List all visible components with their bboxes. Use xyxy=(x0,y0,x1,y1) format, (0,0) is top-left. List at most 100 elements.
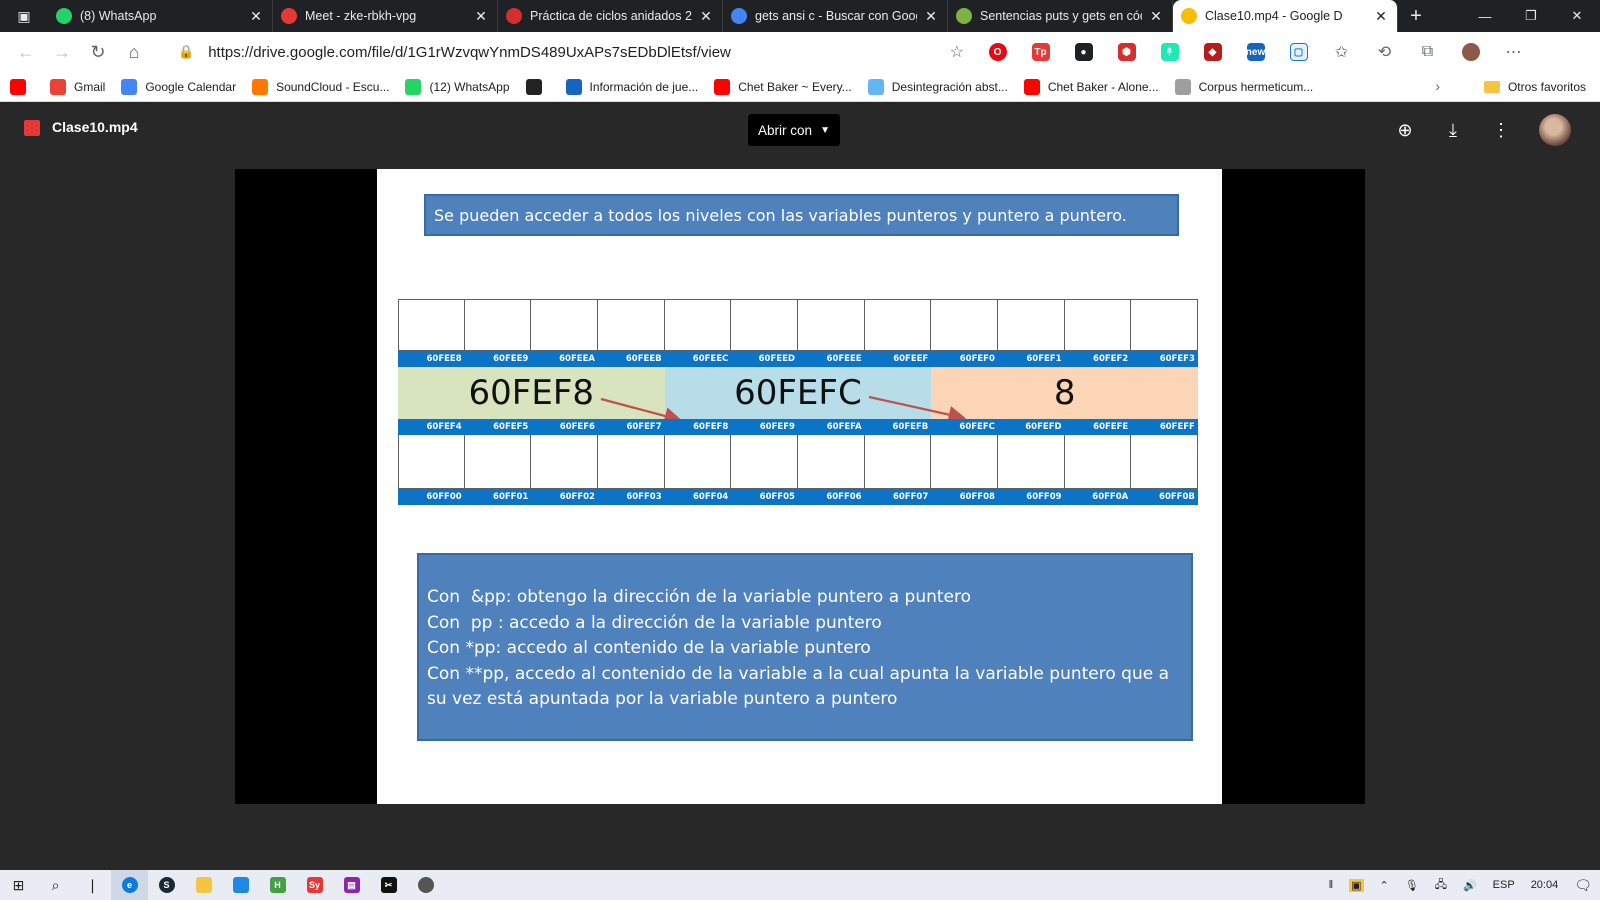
steam-icon[interactable]: S xyxy=(148,870,185,900)
new-tab-button[interactable]: + xyxy=(1398,0,1434,32)
minimize-icon[interactable]: — xyxy=(1462,0,1508,32)
winrar-icon[interactable]: ▤ xyxy=(333,870,370,900)
bookmark-item[interactable]: Chet Baker ~ Every... xyxy=(714,78,852,95)
open-with-button[interactable]: Abrir con ▼ xyxy=(748,114,840,146)
download-icon[interactable]: ⤓ xyxy=(1439,116,1467,144)
explanation-line: su vez está apuntada por la variable pun… xyxy=(427,689,898,709)
explanation-line: Con pp : accedo a la dirección de la var… xyxy=(427,612,882,633)
close-tab-icon[interactable]: ✕ xyxy=(1148,8,1164,25)
memory-cell xyxy=(664,299,732,351)
memory-address-label: 60FEFE xyxy=(1093,422,1129,432)
page-icon xyxy=(1174,78,1191,95)
close-window-icon[interactable]: ✕ xyxy=(1554,0,1600,32)
memory-address-label: 60FF03 xyxy=(626,492,662,502)
google-icon xyxy=(731,8,747,24)
memory-address-label: 60FF02 xyxy=(559,492,595,502)
opera-extension-icon[interactable]: O xyxy=(976,36,1019,68)
more-options-icon[interactable]: ⋮ xyxy=(1487,116,1515,144)
bookmark-item[interactable]: Google Calendar xyxy=(121,78,237,95)
apple-app-icon[interactable] xyxy=(407,870,444,900)
bookmark-label: Google Calendar xyxy=(145,79,237,94)
explanation-box: Con &pp: obtengo la dirección de la vari… xyxy=(417,553,1193,741)
memory-cell xyxy=(464,299,532,351)
account-avatar[interactable] xyxy=(1539,114,1571,146)
bookmark-item[interactable]: Corpus hermeticum... xyxy=(1174,78,1313,95)
video-file-icon xyxy=(24,120,40,136)
green-extension-icon[interactable]: ↟ xyxy=(1148,36,1191,68)
bookmark-item[interactable] xyxy=(10,78,34,95)
sy-app-icon[interactable]: Sy xyxy=(296,870,333,900)
language-indicator[interactable]: ESP xyxy=(1493,879,1515,891)
screen-extension-icon[interactable]: ▢ xyxy=(1277,36,1320,68)
h-app-icon[interactable]: H xyxy=(259,870,296,900)
notifications-icon[interactable]: 🗨 xyxy=(1574,877,1592,894)
profile-avatar[interactable] xyxy=(1449,36,1492,68)
task-view-icon[interactable]: ❘ xyxy=(74,870,111,900)
pdf-icon xyxy=(506,8,522,24)
microphone-icon[interactable]: 🎙 xyxy=(1405,879,1419,892)
ruby-extension-icon[interactable]: ◆ xyxy=(1191,36,1234,68)
bookmark-item[interactable]: Chet Baker - Alone... xyxy=(1023,78,1159,95)
new-extension-icon[interactable]: new xyxy=(1234,36,1277,68)
memory-address-label: 60FEF5 xyxy=(493,422,529,432)
shield-extension-icon[interactable]: ⬢ xyxy=(1105,36,1148,68)
back-icon[interactable]: ← xyxy=(8,36,44,68)
bookmark-item[interactable]: Gmail xyxy=(50,78,106,95)
bookmark-item[interactable]: SoundCloud - Escu... xyxy=(252,78,389,95)
more-menu-icon[interactable]: ⋯ xyxy=(1492,36,1535,68)
add-to-drive-icon[interactable]: ⊕ xyxy=(1391,116,1419,144)
memory-address-label: 60FEE8 xyxy=(426,354,462,364)
chevron-up-icon[interactable]: ⌃ xyxy=(1380,879,1389,892)
browser-tab[interactable]: Clase10.mp4 - Google D ✕ xyxy=(1173,0,1398,32)
clock[interactable]: 20:04 xyxy=(1531,879,1559,891)
calendar-icon xyxy=(121,78,138,95)
collections-icon[interactable]: ⧉ xyxy=(1406,36,1449,68)
close-tab-icon[interactable]: ✕ xyxy=(923,8,939,25)
tab-title: Clase10.mp4 - Google D xyxy=(1205,9,1343,23)
bookmark-item[interactable]: (12) WhatsApp xyxy=(405,78,510,95)
memory-cell xyxy=(597,299,665,351)
close-tab-icon[interactable]: ✕ xyxy=(1373,8,1389,25)
edge-icon[interactable]: e xyxy=(111,870,148,900)
memory-cell xyxy=(731,299,798,351)
forward-icon[interactable]: → xyxy=(44,36,80,68)
restore-icon[interactable]: ❐ xyxy=(1508,0,1554,32)
memory-address-label: 60FF09 xyxy=(1026,492,1062,502)
close-tab-icon[interactable]: ✕ xyxy=(473,8,489,25)
memory-address-label: 60FEF2 xyxy=(1093,354,1129,364)
browser-tab[interactable]: gets ansi c - Buscar con Goog ✕ xyxy=(723,0,948,32)
bookmark-item[interactable] xyxy=(525,78,550,95)
document-app-icon[interactable] xyxy=(222,870,259,900)
capcut-icon[interactable]: ✂ xyxy=(370,870,407,900)
tab-actions-icon[interactable]: ▣ xyxy=(0,0,48,32)
memory-address-label: 60FEFB xyxy=(892,422,929,432)
search-icon[interactable]: ⌕ xyxy=(37,870,74,900)
windows-start-icon[interactable]: ⊞ xyxy=(0,870,37,900)
close-tab-icon[interactable]: ✕ xyxy=(698,8,714,25)
browser-tab[interactable]: Meet - zke-rbkh-vpg ✕ xyxy=(273,0,498,32)
volume-icon[interactable]: 🔊 xyxy=(1463,879,1477,892)
history-icon[interactable]: ⟲ xyxy=(1363,36,1406,68)
folder-icon xyxy=(1483,81,1500,93)
dark-extension-icon[interactable]: ● xyxy=(1062,36,1105,68)
lock-icon[interactable]: 🔒 xyxy=(178,44,194,60)
close-tab-icon[interactable]: ✕ xyxy=(248,8,264,25)
file-explorer-icon[interactable] xyxy=(185,870,222,900)
tp-extension-icon[interactable]: Tp xyxy=(1019,36,1062,68)
memory-address-label: 60FF0A xyxy=(1092,492,1129,502)
reload-icon[interactable]: ↻ xyxy=(80,36,116,68)
browser-tab[interactable]: Sentencias puts y gets en cód ✕ xyxy=(948,0,1173,32)
favorites-icon[interactable]: ✩ xyxy=(1320,36,1363,68)
browser-tab[interactable]: (8) WhatsApp ✕ xyxy=(48,0,273,32)
home-icon[interactable]: ⌂ xyxy=(116,36,152,68)
add-favorite-icon[interactable]: ☆ xyxy=(950,42,964,62)
bookmark-item[interactable]: Desintegración abst... xyxy=(867,78,1008,95)
address-bar[interactable]: 🔒 https://drive.google.com/file/d/1G1rWz… xyxy=(166,36,976,68)
network-icon[interactable]: 🖧 xyxy=(1435,876,1447,895)
browser-tab[interactable]: Práctica de ciclos anidados 20 ✕ xyxy=(498,0,723,32)
other-favorites[interactable]: Otros favoritos xyxy=(1483,72,1586,102)
notification-app-icon[interactable]: ▣ xyxy=(1349,878,1364,892)
bookmark-label: Gmail xyxy=(74,79,106,94)
bookmark-item[interactable]: Información de jue... xyxy=(565,78,698,95)
chevron-right-icon[interactable]: › xyxy=(1435,78,1440,94)
